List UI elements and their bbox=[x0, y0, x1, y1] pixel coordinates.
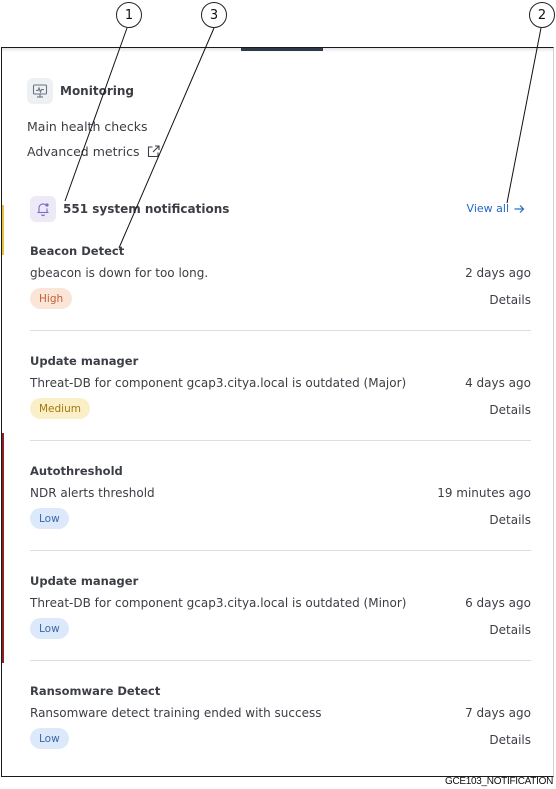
notification-description: NDR alerts threshold bbox=[30, 486, 155, 500]
notification-panel: Monitoring Main health checks Advanced m… bbox=[1, 47, 554, 777]
severity-badge: High bbox=[30, 288, 73, 309]
severity-badge: Low bbox=[30, 728, 69, 749]
severity-badge: Low bbox=[30, 508, 69, 529]
notification-title: Update manager bbox=[30, 354, 139, 368]
divider bbox=[30, 440, 531, 441]
details-link[interactable]: Details bbox=[489, 513, 531, 527]
monitoring-title: Monitoring bbox=[60, 84, 134, 98]
details-link[interactable]: Details bbox=[489, 733, 531, 747]
monitoring-header: Monitoring bbox=[27, 78, 134, 104]
notification-title: Beacon Detect bbox=[30, 244, 125, 258]
divider bbox=[30, 550, 531, 551]
details-link[interactable]: Details bbox=[489, 293, 531, 307]
bell-icon bbox=[30, 196, 56, 222]
divider bbox=[30, 330, 531, 331]
notification-description: gbeacon is down for too long. bbox=[30, 266, 209, 280]
external-link-icon bbox=[147, 145, 161, 158]
notification-count: 551 system notifications bbox=[63, 202, 230, 216]
notification-title: Ransomware Detect bbox=[30, 684, 161, 698]
notification-description: Threat-DB for component gcap3.citya.loca… bbox=[30, 376, 407, 390]
figure-code: GCE103_NOTIFICATION bbox=[444, 776, 553, 787]
panel-active-indicator bbox=[241, 48, 323, 51]
panel-side-marks bbox=[2, 203, 4, 663]
details-link[interactable]: Details bbox=[489, 403, 531, 417]
view-all-link[interactable]: View all bbox=[467, 202, 525, 215]
notification-time: 6 days ago bbox=[465, 596, 531, 610]
main-health-checks-link[interactable]: Main health checks bbox=[27, 119, 147, 134]
severity-badge: Medium bbox=[30, 398, 90, 419]
details-link[interactable]: Details bbox=[489, 623, 531, 637]
notification-time: 4 days ago bbox=[465, 376, 531, 390]
notification-time: 2 days ago bbox=[465, 266, 531, 280]
notification-title: Autothreshold bbox=[30, 464, 123, 478]
notification-time: 19 minutes ago bbox=[437, 486, 531, 500]
callout-2: 2 bbox=[529, 2, 555, 28]
arrow-right-icon bbox=[514, 204, 525, 214]
notification-item: Update manager Threat-DB for component g… bbox=[30, 568, 531, 678]
link-label: Advanced metrics bbox=[27, 144, 140, 159]
notification-item: Beacon Detect gbeacon is down for too lo… bbox=[30, 238, 531, 348]
divider bbox=[30, 660, 531, 661]
notification-list: Beacon Detect gbeacon is down for too lo… bbox=[30, 238, 531, 776]
notification-time: 7 days ago bbox=[465, 706, 531, 720]
notification-item: Update manager Threat-DB for component g… bbox=[30, 348, 531, 458]
callout-1: 1 bbox=[116, 2, 142, 28]
notification-description: Ransomware detect training ended with su… bbox=[30, 706, 322, 720]
monitor-icon bbox=[27, 78, 53, 104]
advanced-metrics-link[interactable]: Advanced metrics bbox=[27, 144, 161, 159]
link-label: Main health checks bbox=[27, 119, 148, 134]
notification-title: Update manager bbox=[30, 574, 139, 588]
view-all-label: View all bbox=[466, 202, 509, 215]
notification-item: Ransomware Detect Ransomware detect trai… bbox=[30, 678, 531, 776]
notifications-header: 551 system notifications bbox=[30, 196, 229, 222]
severity-badge: Low bbox=[30, 618, 69, 639]
notification-item: Autothreshold NDR alerts threshold 19 mi… bbox=[30, 458, 531, 568]
notification-description: Threat-DB for component gcap3.citya.loca… bbox=[30, 596, 407, 610]
callout-3: 3 bbox=[201, 2, 227, 28]
